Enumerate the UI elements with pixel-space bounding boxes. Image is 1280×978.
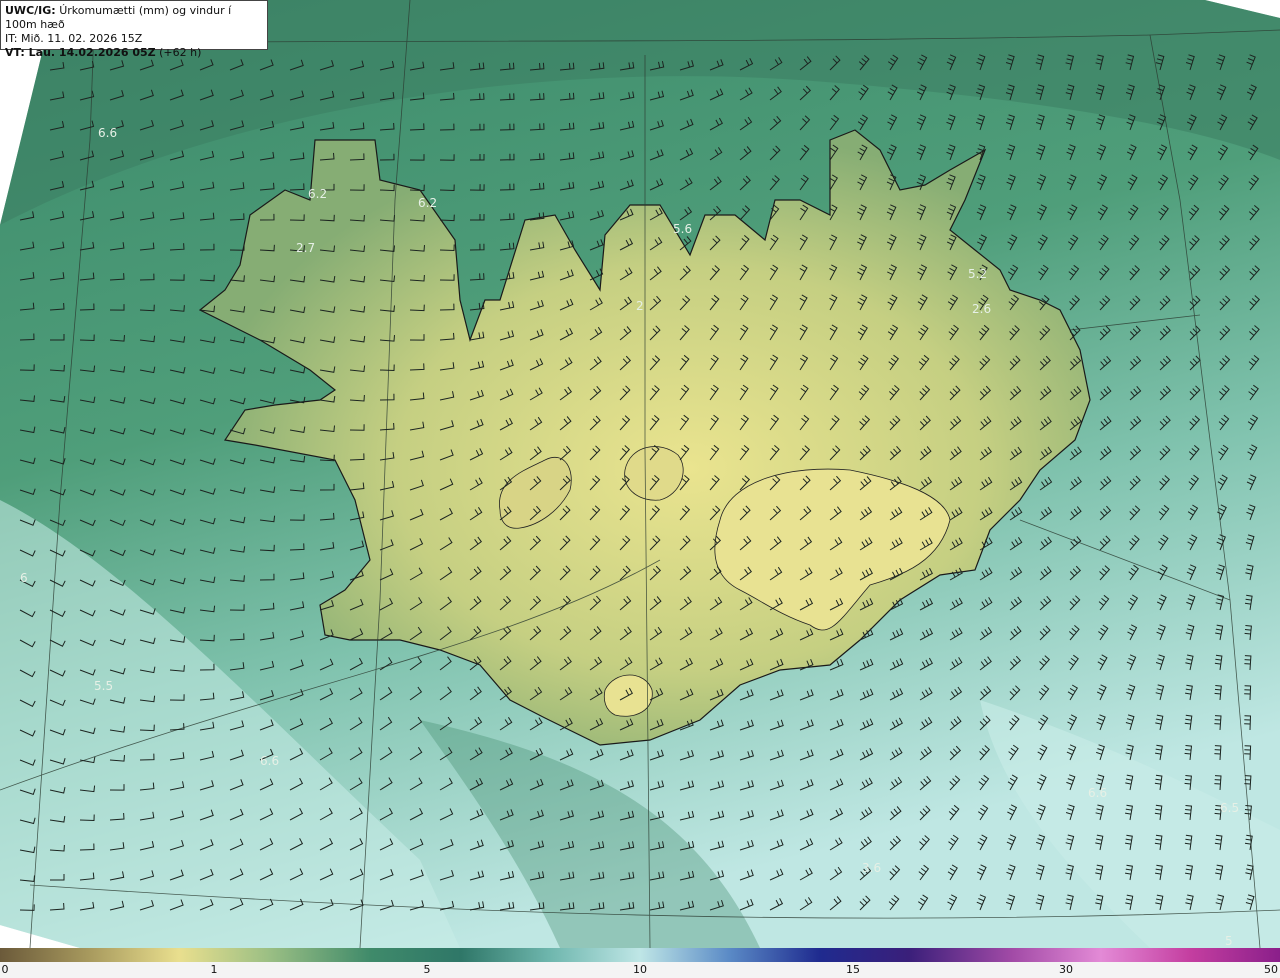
map-title-box: UWC/IG: Úrkomumætti (mm) og vindur í 100… xyxy=(0,0,268,59)
value-label: 2 xyxy=(636,299,644,313)
value-label: 6.6 xyxy=(1088,786,1107,800)
colorbar-tick: 50 xyxy=(1264,963,1278,976)
value-label: 2.7 xyxy=(296,241,315,255)
init-time: IT: Mið. 11. 02. 2026 15Z xyxy=(5,32,143,45)
colorbar-tick: 5 xyxy=(423,963,431,976)
precipitable-water-map: 6.6 6.2 6.2 2.7 5.6 5.2 2.6 2 6 5.5 6.6 … xyxy=(0,0,1280,948)
value-label: 6.2 xyxy=(308,187,327,201)
value-label: 5.6 xyxy=(673,222,692,236)
forecast-hour: (+62 h) xyxy=(155,46,202,59)
valid-time: VT: Lau. 14.02.2026 05Z xyxy=(5,46,156,59)
value-label: 2.6 xyxy=(972,302,991,316)
value-label: 6 xyxy=(20,571,28,585)
colorbar-strip xyxy=(0,948,1280,962)
colorbar-tick: 15 xyxy=(846,963,860,976)
value-label: 5.2 xyxy=(968,267,987,281)
colorbar-tick: 1 xyxy=(210,963,218,976)
value-label: 6.2 xyxy=(418,196,437,210)
colorbar: 0 1 5 10 15 30 50 xyxy=(0,948,1280,978)
colorbar-tick: 0 xyxy=(1,963,9,976)
value-label: 3.6 xyxy=(862,861,881,875)
colorbar-tick: 10 xyxy=(633,963,647,976)
valid-time-line: VT: Lau. 14.02.2026 05Z (+62 h) xyxy=(5,46,263,60)
value-label: 5.5 xyxy=(94,679,113,693)
value-label: 6.6 xyxy=(98,126,117,140)
colorbar-tick: 30 xyxy=(1059,963,1073,976)
title-line: UWC/IG: Úrkomumætti (mm) og vindur í 100… xyxy=(5,4,263,32)
value-label: 6.6 xyxy=(260,754,279,768)
value-label: 5 xyxy=(1225,934,1233,948)
value-label: 6.5 xyxy=(1220,801,1239,815)
product-code: UWC/IG: xyxy=(5,4,56,17)
